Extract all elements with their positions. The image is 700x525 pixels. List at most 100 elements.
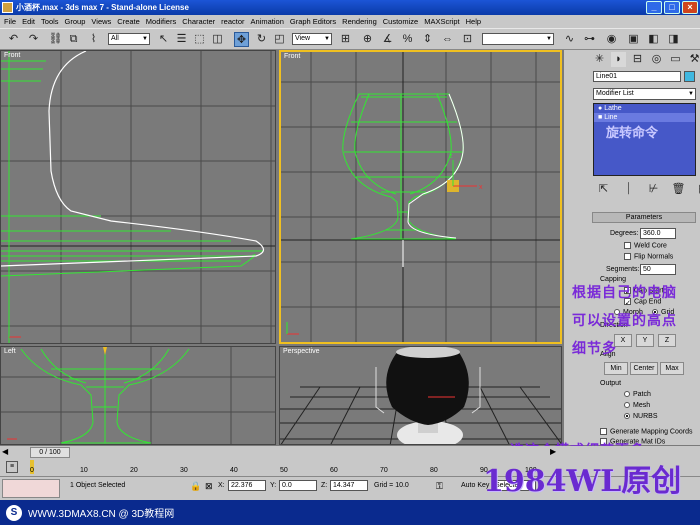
render-last-icon[interactable]: ◨ — [666, 32, 681, 47]
select-link-icon[interactable]: ⛓ — [48, 32, 63, 47]
annotation-line-1: 根据自己的电脑 — [572, 285, 677, 301]
minimize-button[interactable]: _ — [646, 1, 662, 14]
undo-icon[interactable]: ↶ — [6, 32, 21, 47]
viewport-perspective[interactable]: Perspective — [279, 346, 562, 445]
menu-modifiers[interactable]: Modifiers — [146, 17, 176, 26]
align-center-button[interactable]: Center — [630, 362, 658, 375]
menu-customize[interactable]: Customize — [383, 17, 418, 26]
percent-snap-icon[interactable]: % — [400, 32, 415, 47]
unlink-icon[interactable]: ⧉ — [66, 32, 81, 47]
modify-tab-icon[interactable]: ◗ — [611, 52, 626, 67]
parameters-rollout-header[interactable]: Parameters — [592, 212, 696, 223]
display-tab-icon[interactable]: ▭ — [668, 52, 683, 67]
viewport-front[interactable]: Front x z — [279, 50, 562, 344]
direction-z-button[interactable]: Z — [658, 334, 676, 347]
frame-indicator[interactable]: 0 / 100 — [30, 447, 70, 458]
stack-item-lathe[interactable]: ● Lathe — [594, 104, 695, 113]
window-crossing-icon[interactable]: ◫ — [210, 32, 225, 47]
snap-icon[interactable]: ⊕ — [360, 32, 375, 47]
menu-character[interactable]: Character — [182, 17, 215, 26]
mirror-icon[interactable]: ⇔ — [440, 32, 455, 47]
svg-text:x: x — [479, 184, 483, 191]
named-selection-dropdown[interactable] — [482, 33, 554, 45]
angle-snap-icon[interactable]: ∡ — [380, 32, 395, 47]
menu-views[interactable]: Views — [91, 17, 111, 26]
align-icon[interactable]: ⊡ — [460, 32, 475, 47]
menu-animation[interactable]: Animation — [251, 17, 284, 26]
select-move-icon[interactable]: ✥ — [234, 32, 249, 47]
utilities-tab-icon[interactable]: ⚒ — [687, 52, 700, 67]
output-mesh-radio[interactable]: Mesh — [624, 402, 650, 409]
motion-tab-icon[interactable]: ◎ — [649, 52, 664, 67]
viewport-front-zoomed[interactable]: Front — [0, 50, 276, 344]
select-rotate-icon[interactable]: ↻ — [254, 32, 269, 47]
make-unique-icon[interactable]: ⊬ — [646, 182, 661, 197]
selection-filter-dropdown[interactable]: All — [108, 33, 150, 45]
output-nurbs-radio[interactable]: NURBS — [624, 413, 658, 420]
maximize-button[interactable]: □ — [664, 1, 680, 14]
render-scene-icon[interactable]: ▣ — [626, 32, 641, 47]
segments-field[interactable]: 50 — [640, 264, 676, 275]
select-scale-icon[interactable]: ◰ — [272, 32, 287, 47]
align-max-button[interactable]: Max — [660, 362, 684, 375]
y-coord-field[interactable]: 0.0 — [279, 480, 317, 491]
prev-frame-icon[interactable]: ◀ — [2, 447, 12, 457]
x-coord-field[interactable]: 22.376 — [228, 480, 266, 491]
region-select-icon[interactable]: ⬚ — [192, 32, 207, 47]
menu-file[interactable]: File — [4, 17, 16, 26]
menu-group[interactable]: Group — [65, 17, 86, 26]
degrees-field[interactable]: 360.0 — [640, 228, 676, 239]
tick-label: 80 — [430, 467, 438, 474]
ref-coord-dropdown[interactable]: View — [292, 33, 332, 45]
show-end-result-icon[interactable]: ⏐ — [621, 182, 636, 197]
lock-selection-icon[interactable]: 🔒 — [190, 481, 201, 492]
menu-maxscript[interactable]: MAXScript — [424, 17, 459, 26]
flip-normals-checkbox[interactable]: Flip Normals — [624, 253, 673, 260]
menu-create[interactable]: Create — [117, 17, 140, 26]
schematic-view-icon[interactable]: ⊶ — [582, 32, 597, 47]
menu-rendering[interactable]: Rendering — [342, 17, 377, 26]
menu-help[interactable]: Help — [466, 17, 481, 26]
pin-stack-icon[interactable]: ⇱ — [596, 182, 611, 197]
maxscript-listener[interactable] — [2, 479, 60, 498]
select-by-name-icon[interactable]: ☰ — [174, 32, 189, 47]
spinner-snap-icon[interactable]: ⇕ — [420, 32, 435, 47]
curve-editor-icon[interactable]: ∿ — [562, 32, 577, 47]
key-icon[interactable]: ⚿ — [436, 481, 443, 492]
quick-render-icon[interactable]: ◧ — [646, 32, 661, 47]
gen-mapping-checkbox[interactable]: Generate Mapping Coords — [600, 428, 693, 435]
site-banner-text: WWW.3DMAX8.CN @ 3D教程网 — [28, 509, 175, 520]
command-tabs: ✳ ◗ ⊟ ◎ ▭ ⚒ — [592, 52, 700, 67]
create-tab-icon[interactable]: ✳ — [592, 52, 607, 67]
configure-sets-icon[interactable]: ▤ — [696, 182, 700, 197]
trackbar-menu-icon[interactable]: ≡ — [6, 461, 18, 473]
menu-reactor[interactable]: reactor — [221, 17, 244, 26]
menu-edit[interactable]: Edit — [22, 17, 35, 26]
pivot-center-icon[interactable]: ⊞ — [338, 32, 353, 47]
menu-graph-editors[interactable]: Graph Editors — [290, 17, 336, 26]
modifier-list-dropdown[interactable]: Modifier List — [593, 88, 696, 100]
output-label: Output — [600, 380, 622, 387]
watermark-text: 1984WL原创 — [483, 464, 682, 499]
material-editor-icon[interactable]: ◉ — [604, 32, 619, 47]
object-name-field[interactable]: Line01 — [593, 71, 681, 82]
close-button[interactable]: × — [682, 1, 698, 14]
remove-modifier-icon[interactable]: 🗑 — [671, 182, 686, 197]
viewport-front-canvas: x z — [281, 52, 560, 342]
svg-text:z: z — [449, 153, 453, 160]
stack-item-line[interactable]: ■ Line — [594, 113, 695, 122]
select-object-icon[interactable]: ↖ — [156, 32, 171, 47]
object-color-swatch[interactable] — [684, 71, 695, 82]
redo-icon[interactable]: ↷ — [26, 32, 41, 47]
hierarchy-tab-icon[interactable]: ⊟ — [630, 52, 645, 67]
bind-spacewarp-icon[interactable]: ⌇ — [86, 32, 101, 47]
output-patch-radio[interactable]: Patch — [624, 391, 651, 398]
align-min-button[interactable]: Min — [604, 362, 628, 375]
weld-core-checkbox[interactable]: Weld Core — [624, 242, 667, 249]
menu-tools[interactable]: Tools — [41, 17, 59, 26]
viewport-left-canvas — [1, 347, 275, 444]
direction-y-button[interactable]: Y — [636, 334, 654, 347]
viewport-left[interactable]: Left — [0, 346, 276, 445]
z-coord-field[interactable]: 14.347 — [330, 480, 368, 491]
absolute-mode-icon[interactable]: ⊠ — [205, 481, 213, 492]
